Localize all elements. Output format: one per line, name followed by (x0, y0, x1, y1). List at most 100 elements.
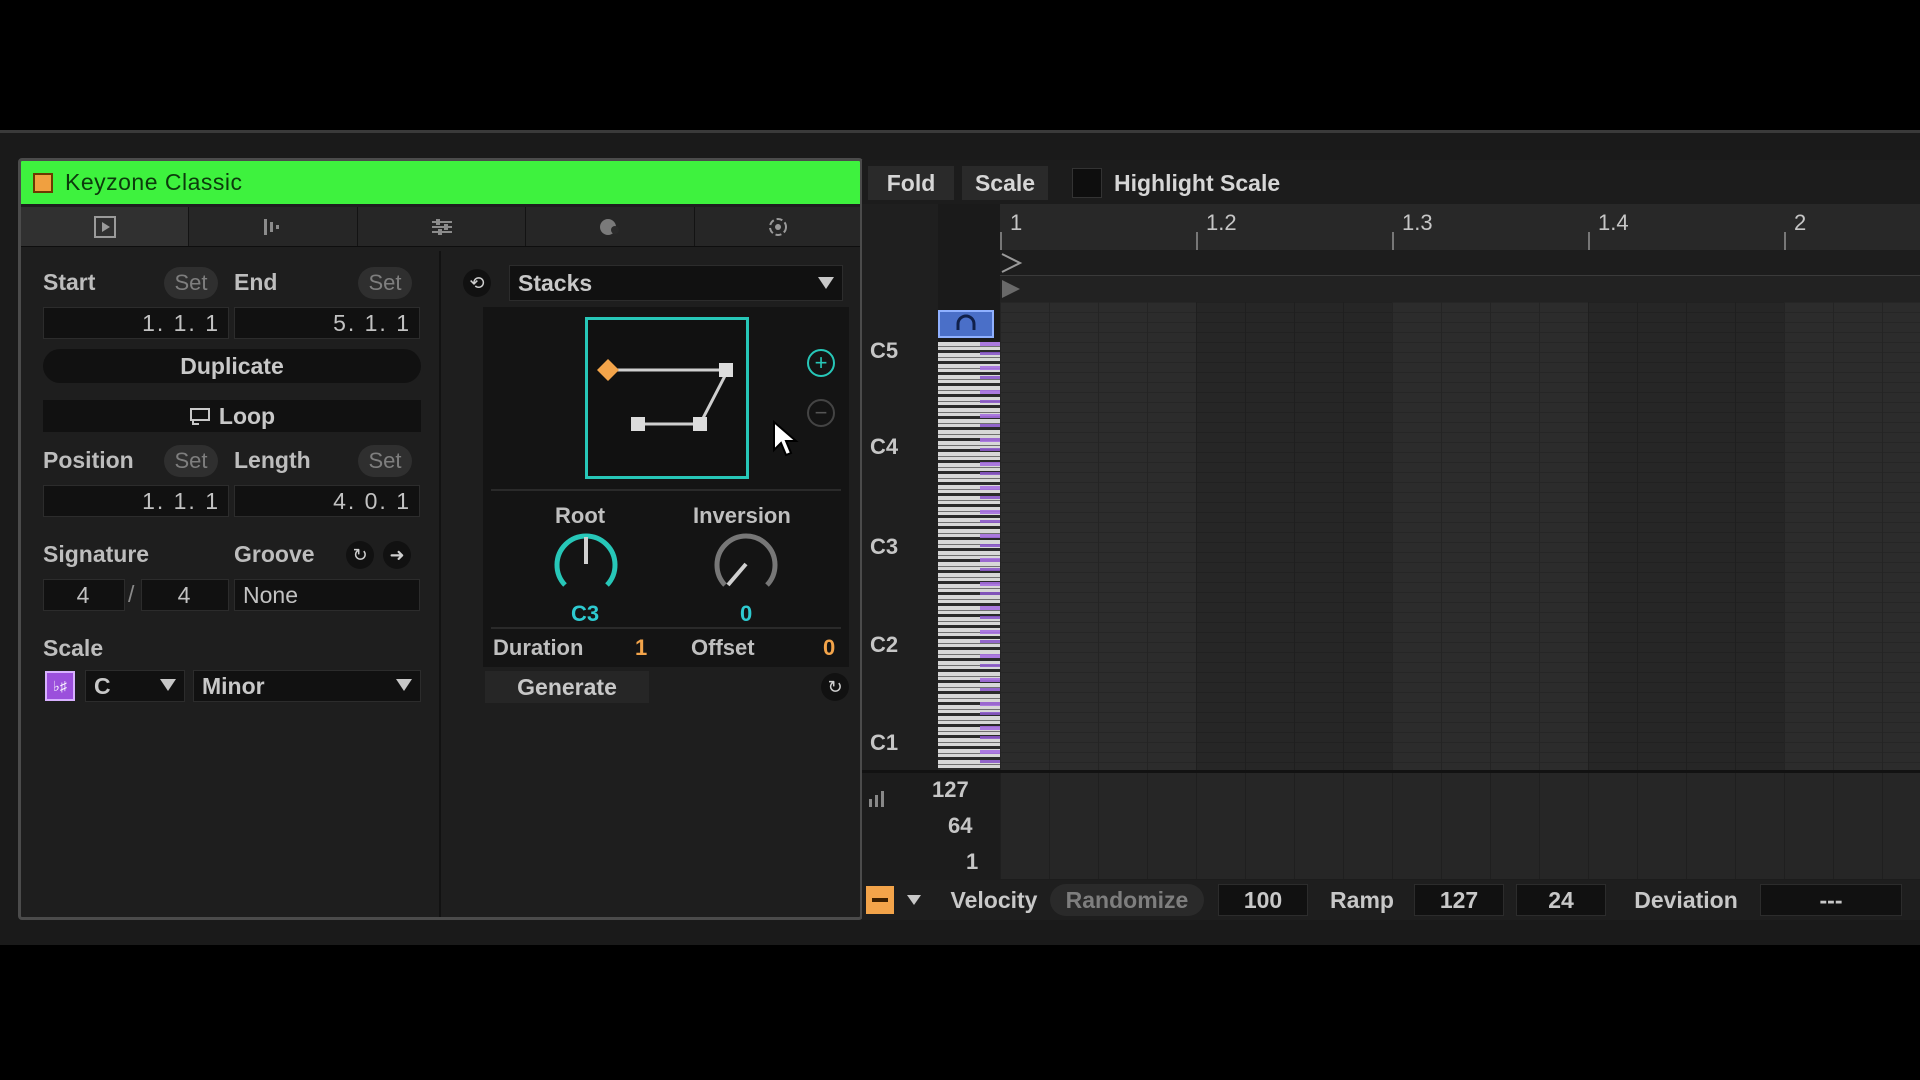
offset-value[interactable]: 0 (823, 635, 835, 661)
generate-button[interactable]: Generate (485, 671, 649, 703)
ruler-mark-2: 2 (1794, 210, 1807, 235)
ruler-mark-1-3: 1.3 (1402, 210, 1433, 235)
start-field[interactable]: 1. 1. 1 (43, 307, 229, 339)
divider (491, 489, 841, 491)
tab-notes[interactable] (189, 207, 358, 246)
length-field[interactable]: 4. 0. 1 (234, 485, 420, 517)
velocity-tick-64: 64 (948, 813, 973, 838)
generator-panel: + − Root C3 Inversion 0 Duration 1 Offse… (483, 307, 849, 667)
grid-beat-band (1196, 302, 1392, 770)
grid-beat-band (1588, 302, 1784, 770)
groove-select[interactable]: None (234, 579, 420, 611)
clip-title-bar[interactable]: Keyzone Classic (21, 161, 860, 204)
ruler-mark-1-2: 1.2 (1206, 210, 1237, 235)
tab-clip[interactable] (21, 207, 190, 246)
velocity-tick-127: 127 (932, 777, 969, 802)
marker-lane[interactable] (1000, 276, 1920, 302)
scale-button[interactable]: Scale (962, 166, 1048, 200)
position-field[interactable]: 1. 1. 1 (43, 485, 229, 517)
loop-start-icon[interactable] (1000, 278, 1024, 300)
duration-label: Duration (493, 635, 584, 660)
key-labels: C5 C4 C3 C2 C1 (862, 204, 938, 770)
chevron-down-icon (160, 679, 176, 691)
groove-hot-swap-button[interactable]: ↻ (346, 541, 374, 569)
remove-note-button[interactable]: − (807, 399, 835, 427)
key-label-c5: C5 (870, 338, 899, 363)
ruler-tick (1588, 232, 1590, 250)
clip-name[interactable]: Keyzone Classic (65, 169, 243, 196)
ruler-tick (1196, 232, 1198, 250)
shape-node[interactable] (693, 417, 707, 431)
signature-numerator[interactable]: 4 (43, 579, 125, 611)
time-ruler[interactable]: 1 1.2 1.3 1.4 2 (1000, 204, 1920, 250)
scale-root-select[interactable]: C (85, 670, 185, 702)
velocity-lane: 127 64 1 (862, 770, 1920, 880)
loop-label: Loop (218, 402, 276, 429)
end-label: End (234, 269, 278, 295)
velocity-lane-icon[interactable] (866, 785, 890, 809)
end-set-button[interactable]: Set (358, 267, 412, 299)
chevron-down-icon[interactable] (906, 894, 922, 906)
clip-play-icon (93, 215, 116, 238)
ramp-start-field[interactable]: 127 (1414, 884, 1504, 916)
divider (491, 627, 841, 629)
editor-toolbar: Fold Scale Highlight Scale (862, 160, 1920, 204)
start-set-button[interactable]: Set (164, 267, 218, 299)
chevron-down-icon (396, 679, 412, 691)
groove-commit-button[interactable]: ➜ (383, 541, 411, 569)
shape-node[interactable] (631, 417, 645, 431)
tab-transform[interactable] (526, 207, 695, 246)
start-label: Start (43, 269, 96, 295)
inversion-value: 0 (740, 601, 753, 626)
end-field[interactable]: 5. 1. 1 (234, 307, 420, 339)
ramp-end-field[interactable]: 24 (1516, 884, 1606, 916)
length-label: Length (234, 447, 311, 473)
notes-bars-icon (264, 218, 280, 235)
root-value: C3 (571, 601, 600, 626)
transform-icon (599, 218, 619, 235)
randomize-button[interactable]: Randomize (1050, 884, 1204, 916)
piano-keyboard[interactable] (938, 342, 1000, 770)
scale-label: Scale (43, 635, 104, 661)
scale-toggle-button[interactable]: ♭♯ (45, 671, 75, 701)
clip-properties-panel: Keyzone Classic Start Set End Set 1. 1. … (18, 158, 863, 920)
duplicate-button[interactable]: Duplicate (43, 349, 421, 383)
duration-value[interactable]: 1 (635, 635, 647, 661)
velocity-toolbar: Velocity Randomize 100 Ramp 127 24 Devia… (862, 880, 1920, 920)
velocity-label: Velocity (950, 886, 1038, 913)
note-grid[interactable] (1000, 302, 1920, 770)
start-marker-icon[interactable] (1000, 252, 1024, 274)
inversion-knob[interactable] (711, 529, 781, 599)
sliders-icon (431, 218, 452, 235)
length-set-button[interactable]: Set (358, 445, 412, 477)
velocity-value-field[interactable]: 100 (1218, 884, 1308, 916)
signature-denominator[interactable]: 4 (141, 579, 229, 611)
position-set-button[interactable]: Set (164, 445, 218, 477)
deviation-field[interactable]: --- (1760, 884, 1902, 916)
velocity-grid[interactable] (1000, 773, 1920, 879)
preview-button[interactable] (938, 310, 994, 338)
tab-generate[interactable] (695, 207, 860, 246)
add-note-button[interactable]: + (807, 349, 835, 377)
velocity-tick-1: 1 (966, 849, 979, 874)
clip-color-swatch[interactable] (33, 172, 53, 193)
root-knob[interactable] (551, 529, 621, 599)
ruler-tick (1784, 232, 1786, 250)
regenerate-button[interactable]: ↻ (821, 673, 849, 701)
fold-button[interactable]: Fold (868, 166, 954, 200)
clip-settings-column: Start Set End Set 1. 1. 1 5. 1. 1 Duplic… (21, 251, 441, 917)
chord-shape-editor[interactable] (585, 317, 749, 479)
tab-envelopes[interactable] (358, 207, 527, 246)
scale-mode-select[interactable]: Minor (193, 670, 421, 702)
loop-button[interactable]: Loop (43, 400, 421, 432)
generator-reset-button[interactable]: ⟲ (463, 269, 491, 297)
sharp-flat-icon: ♭♯ (53, 677, 67, 694)
shape-node[interactable] (719, 363, 733, 377)
generator-type-select[interactable]: Stacks (509, 265, 843, 301)
velocity-mode-button[interactable] (866, 886, 894, 914)
generator-column: ⟲ Stacks + − Root C3 Inversion 0 Duratio… (443, 251, 860, 917)
highlight-scale-toggle[interactable] (1072, 168, 1102, 198)
loop-brace-lane[interactable] (1000, 250, 1920, 276)
position-label: Position (43, 447, 134, 473)
shape-root-node[interactable] (597, 359, 619, 381)
